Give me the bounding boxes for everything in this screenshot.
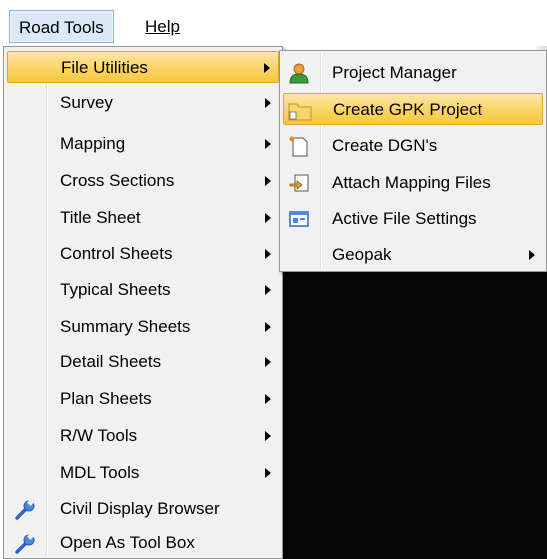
- menu-item-civil-display-browser[interactable]: Civil Display Browser: [7, 493, 279, 525]
- attach-file-icon: [287, 172, 311, 194]
- menu-item-control-sheets[interactable]: Control Sheets: [7, 238, 279, 270]
- submenu-arrow-icon: [265, 468, 271, 478]
- wrench-icon: [13, 498, 37, 520]
- folder-icon: [288, 99, 312, 121]
- user-icon: [287, 62, 311, 84]
- menu-item-label: Civil Display Browser: [60, 499, 220, 518]
- submenu-item-label: Attach Mapping Files: [332, 173, 491, 192]
- menu-item-typical-sheets[interactable]: Typical Sheets: [7, 274, 279, 306]
- menu-item-label: R/W Tools: [60, 426, 138, 445]
- submenu-arrow-icon: [265, 213, 271, 223]
- menubar-road-tools[interactable]: Road Tools: [9, 10, 114, 43]
- menu-item-cross-sections[interactable]: Cross Sections: [7, 165, 279, 197]
- menu-bar: Road Tools Help: [0, 0, 547, 46]
- wrench-icon: [13, 532, 37, 554]
- menu-item-title-sheet[interactable]: Title Sheet: [7, 202, 279, 234]
- submenu-item-create-gpk-project[interactable]: Create GPK Project: [283, 93, 543, 125]
- menu-item-mdl-tools[interactable]: MDL Tools: [7, 457, 279, 489]
- menu-item-label: MDL Tools: [60, 463, 140, 482]
- menu-item-label: Plan Sheets: [60, 389, 152, 408]
- menu-item-label: Survey: [60, 93, 113, 112]
- menu-item-mapping[interactable]: Mapping: [7, 128, 279, 160]
- submenu-item-label: Create GPK Project: [333, 100, 483, 119]
- menu-item-detail-sheets[interactable]: Detail Sheets: [7, 346, 279, 378]
- menu-item-label: Detail Sheets: [60, 352, 162, 371]
- settings-window-icon: [287, 208, 311, 230]
- road-tools-menu: File Utilities Survey Mapping Cross Sect…: [3, 46, 283, 559]
- submenu-item-attach-mapping-files[interactable]: Attach Mapping Files: [283, 167, 543, 199]
- menubar-help[interactable]: Help: [136, 10, 189, 43]
- submenu-item-project-manager[interactable]: Project Manager: [283, 57, 543, 89]
- submenu-arrow-icon: [265, 176, 271, 186]
- submenu-item-label: Geopak: [332, 245, 392, 264]
- submenu-arrow-icon: [265, 357, 271, 367]
- menubar-road-tools-label: Road Tools: [19, 18, 104, 37]
- submenu-arrow-icon: [265, 431, 271, 441]
- submenu-item-label: Project Manager: [332, 63, 457, 82]
- workspace-background: [282, 272, 547, 559]
- menu-item-label: Cross Sections: [60, 171, 175, 190]
- new-file-icon: [287, 135, 311, 157]
- submenu-arrow-icon: [529, 250, 535, 260]
- submenu-arrow-icon: [265, 394, 271, 404]
- menu-item-label: Control Sheets: [60, 244, 173, 263]
- submenu-item-create-dgns[interactable]: Create DGN's: [283, 130, 543, 162]
- menu-item-file-utilities[interactable]: File Utilities: [7, 51, 279, 83]
- menu-item-label: Open As Tool Box: [60, 533, 195, 552]
- menu-item-label: File Utilities: [61, 58, 148, 77]
- menu-item-label: Title Sheet: [60, 208, 141, 227]
- submenu-arrow-icon: [264, 63, 270, 73]
- submenu-arrow-icon: [265, 249, 271, 259]
- submenu-arrow-icon: [265, 322, 271, 332]
- submenu-item-label: Create DGN's: [332, 136, 438, 155]
- menubar-help-label: Help: [145, 17, 180, 36]
- menu-item-label: Typical Sheets: [60, 280, 171, 299]
- submenu-item-active-file-settings[interactable]: Active File Settings: [283, 203, 543, 235]
- menu-item-rw-tools[interactable]: R/W Tools: [7, 420, 279, 452]
- menu-item-plan-sheets[interactable]: Plan Sheets: [7, 383, 279, 415]
- menu-item-label: Mapping: [60, 134, 126, 153]
- menu-item-summary-sheets[interactable]: Summary Sheets: [7, 311, 279, 343]
- submenu-arrow-icon: [265, 285, 271, 295]
- submenu-item-geopak[interactable]: Geopak: [283, 239, 543, 271]
- menu-item-open-as-tool-box[interactable]: Open As Tool Box: [7, 527, 279, 559]
- submenu-item-label: Active File Settings: [332, 209, 477, 228]
- submenu-arrow-icon: [265, 139, 271, 149]
- menu-item-survey[interactable]: Survey: [7, 87, 279, 119]
- menu-item-label: Summary Sheets: [60, 317, 191, 336]
- submenu-arrow-icon: [265, 98, 271, 108]
- file-utilities-submenu: Project Manager Create GPK Project Creat…: [279, 50, 547, 272]
